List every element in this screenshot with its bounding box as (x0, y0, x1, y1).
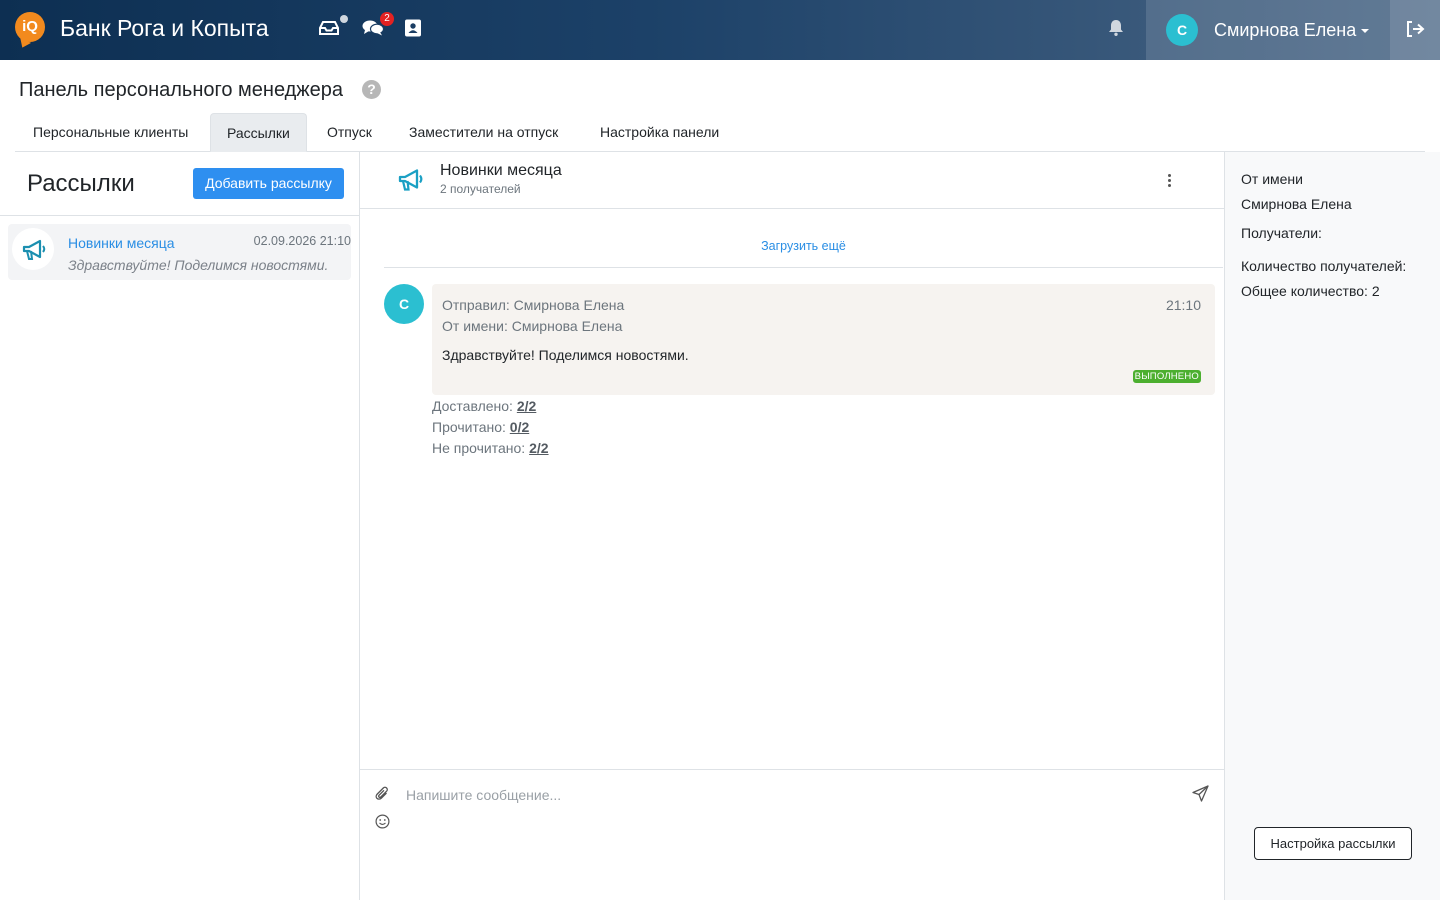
more-options-icon[interactable] (1162, 172, 1178, 188)
tab-panel-settings[interactable]: Настройка панели (584, 113, 735, 152)
tab-personal-clients[interactable]: Персональные клиенты (17, 113, 204, 152)
unread-link[interactable]: 2/2 (529, 440, 548, 456)
inbox-icon[interactable] (318, 15, 348, 39)
bell-icon[interactable] (1108, 19, 1124, 42)
user-menu[interactable]: С Смирнова Елена (1146, 0, 1390, 60)
page-title: Панель персонального менеджера (19, 79, 344, 101)
user-name-text: Смирнова Елена (1214, 20, 1357, 40)
message-input[interactable] (406, 784, 1166, 806)
message-text: Здравствуйте! Поделимся новостями. (442, 347, 689, 363)
list-item[interactable]: Новинки месяца 02.09.2026 21:10 Здравств… (8, 224, 351, 280)
read-stat: Прочитано: 0/2 (432, 419, 529, 435)
inbox-indicator (340, 15, 348, 23)
unread-label: Не прочитано: (432, 440, 526, 456)
message-time: 21:10 (1165, 297, 1201, 313)
emoji-icon[interactable] (375, 814, 390, 834)
recipients-label: Получатели: (1241, 225, 1322, 241)
app-logo[interactable]: iQ (15, 12, 45, 42)
chats-badge: 2 (380, 12, 394, 26)
conversation-panel: Новинки месяца 2 получателей Загрузить е… (360, 152, 1224, 900)
from-value: Смирнова Елена (1241, 196, 1352, 212)
logo-text: iQ (22, 18, 38, 35)
mailing-settings-button[interactable]: Настройка рассылки (1254, 827, 1412, 860)
from-label: От имени (1241, 171, 1303, 187)
help-icon[interactable]: ? (362, 80, 381, 99)
paperclip-icon[interactable] (375, 786, 389, 807)
read-link[interactable]: 0/2 (510, 419, 529, 435)
message-avatar: С (384, 284, 424, 324)
message-composer (360, 769, 1224, 900)
user-name[interactable]: Смирнова Елена (1214, 20, 1370, 41)
chats-icon[interactable]: 2 (362, 12, 394, 39)
logout-icon (1407, 21, 1425, 37)
unread-stat: Не прочитано: 2/2 (432, 440, 549, 456)
chevron-down-icon (1361, 29, 1370, 34)
recipients-count-label: Количество получателей: (1241, 258, 1407, 274)
delivered-stat: Доставлено: 2/2 (432, 398, 536, 414)
mailings-list-header: Рассылки Добавить рассылку (0, 152, 359, 216)
tab-mailings[interactable]: Рассылки (210, 113, 307, 152)
mailings-list-panel: Рассылки Добавить рассылку Новинки месяц… (0, 152, 360, 900)
mailings-title: Рассылки (27, 170, 135, 197)
mailing-preview: Здравствуйте! Поделимся новостями. (68, 257, 329, 273)
megaphone-icon (12, 228, 54, 270)
message-on-behalf: От имени: Смирнова Елена (442, 318, 623, 334)
read-label: Прочитано: (432, 419, 506, 435)
logout-button[interactable] (1390, 0, 1440, 60)
total-count: Общее количество: 2 (1241, 283, 1380, 299)
message-bubble: Отправил: Смирнова Елена От имени: Смирн… (432, 284, 1215, 395)
user-avatar: С (1166, 14, 1198, 46)
message-sender: Отправил: Смирнова Елена (442, 297, 625, 313)
load-more-text[interactable]: Загрузить ещё (761, 239, 846, 253)
tab-vacation[interactable]: Отпуск (311, 113, 388, 152)
tab-vacation-substitutes[interactable]: Заместители на отпуск (393, 113, 574, 152)
mailing-details-panel: От имени Смирнова Елена Получатели: Коли… (1224, 152, 1440, 900)
contacts-icon[interactable] (404, 19, 426, 39)
load-more-link[interactable]: Загрузить ещё (384, 232, 1223, 268)
add-mailing-button[interactable]: Добавить рассылку (193, 168, 344, 199)
tabs: Персональные клиенты Рассылки Отпуск Зам… (15, 113, 1425, 152)
delivered-link[interactable]: 2/2 (517, 398, 536, 414)
conversation-header: Новинки месяца 2 получателей (360, 152, 1224, 209)
conversation-recipients: 2 получателей (440, 182, 521, 196)
mailing-date: 02.09.2026 21:10 (253, 234, 351, 248)
megaphone-icon (397, 168, 424, 197)
conversation-title: Новинки месяца (440, 162, 562, 179)
mailing-title[interactable]: Новинки месяца (68, 235, 175, 251)
top-navbar: iQ Банк Рога и Копыта 2 С Смирнова Елена (0, 0, 1440, 60)
delivered-label: Доставлено: (432, 398, 513, 414)
status-badge: выполнено (1132, 370, 1201, 383)
brand-name[interactable]: Банк Рога и Копыта (60, 15, 269, 42)
send-icon[interactable] (1192, 785, 1209, 807)
